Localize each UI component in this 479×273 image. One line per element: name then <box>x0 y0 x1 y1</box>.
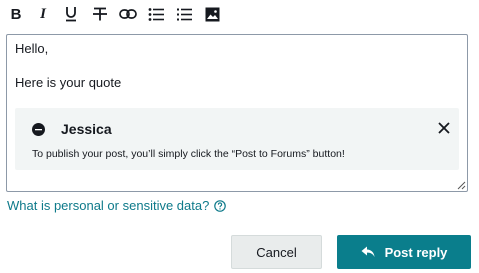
help-link-label: What is personal or sensitive data? <box>7 198 210 213</box>
help-icon <box>214 199 227 212</box>
strikethrough-button[interactable] <box>90 4 110 24</box>
formatting-toolbar: B I <box>0 0 479 30</box>
insert-image-button[interactable] <box>202 4 222 24</box>
cancel-button[interactable]: Cancel <box>231 235 322 269</box>
quote-author: Jessica <box>61 121 112 137</box>
numbered-list-button[interactable] <box>174 4 194 24</box>
strikethrough-icon <box>93 7 107 21</box>
editor-line-greeting: Hello, <box>15 41 49 56</box>
post-reply-button-label: Post reply <box>384 244 448 260</box>
reply-text-editor[interactable]: Hello, Here is your quote Jessica To pub… <box>6 34 468 192</box>
close-icon[interactable] <box>436 120 452 136</box>
numbered-list-icon <box>176 8 192 20</box>
sensitive-data-help-link[interactable]: What is personal or sensitive data? <box>7 198 227 213</box>
cancel-button-label: Cancel <box>256 244 297 260</box>
italic-button[interactable]: I <box>33 4 53 24</box>
bold-icon: B <box>10 5 22 23</box>
link-button[interactable] <box>118 4 138 24</box>
underline-icon <box>66 7 76 22</box>
bulleted-list-icon <box>148 7 164 21</box>
link-icon <box>119 9 137 19</box>
image-icon <box>205 7 219 21</box>
italic-icon: I <box>40 5 46 22</box>
reply-arrow-icon <box>361 246 375 257</box>
editor-line-intro: Here is your quote <box>15 75 122 90</box>
bulleted-list-button[interactable] <box>146 4 166 24</box>
post-reply-button[interactable]: Post reply <box>337 235 471 269</box>
quote-body: To publish your post, you’ll simply clic… <box>32 148 345 160</box>
avatar-icon <box>32 123 45 136</box>
bold-button[interactable]: B <box>6 4 26 24</box>
quoted-post: Jessica To publish your post, you’ll sim… <box>15 108 459 170</box>
resize-handle-icon[interactable] <box>457 181 466 190</box>
underline-button[interactable] <box>61 4 81 24</box>
